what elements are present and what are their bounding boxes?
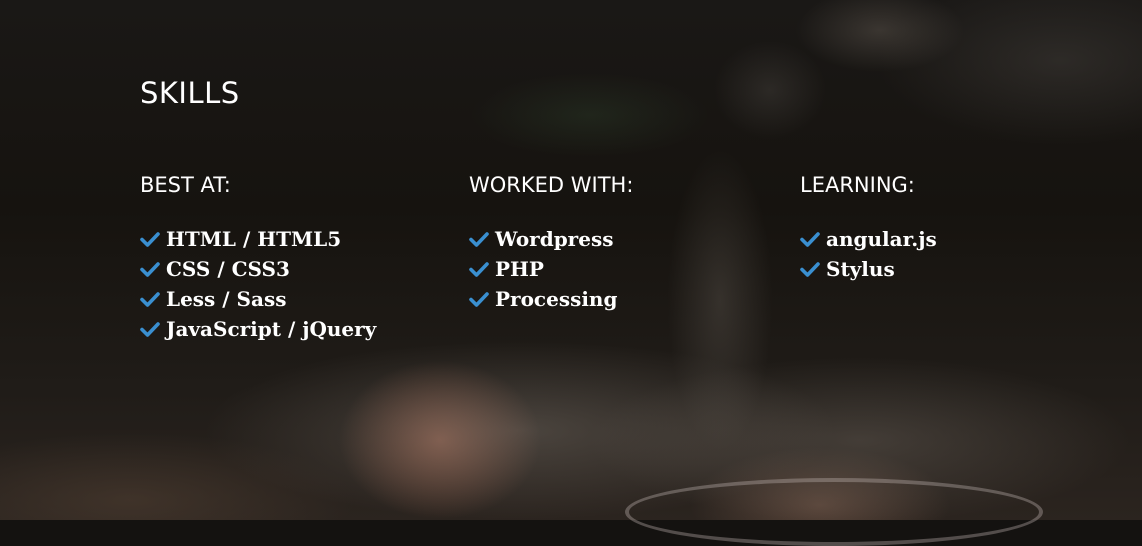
- skill-label: Less / Sass: [166, 287, 287, 311]
- skill-item: HTML / HTML5: [140, 224, 376, 254]
- skill-item: Processing: [469, 284, 633, 314]
- check-icon: [469, 232, 489, 247]
- skill-item: JavaScript / jQuery: [140, 314, 376, 344]
- skill-label: Stylus: [826, 257, 895, 281]
- skill-label: Processing: [495, 287, 618, 311]
- check-icon: [140, 262, 160, 277]
- check-icon: [469, 292, 489, 307]
- skill-list: Wordpress PHP Processing: [469, 224, 633, 314]
- check-icon: [140, 232, 160, 247]
- check-icon: [140, 322, 160, 337]
- column-best-at: BEST AT: HTML / HTML5 CSS / CSS3 Less / …: [140, 172, 376, 344]
- skill-item: Stylus: [800, 254, 937, 284]
- check-icon: [140, 292, 160, 307]
- skill-label: CSS / CSS3: [166, 257, 290, 281]
- skill-label: Wordpress: [495, 227, 614, 251]
- check-icon: [800, 232, 820, 247]
- column-worked-with: WORKED WITH: Wordpress PHP Processing: [469, 172, 633, 314]
- skill-item: Less / Sass: [140, 284, 376, 314]
- column-heading: BEST AT:: [140, 173, 231, 197]
- skill-item: PHP: [469, 254, 633, 284]
- skill-item: CSS / CSS3: [140, 254, 376, 284]
- skills-section: SKILLS BEST AT: HTML / HTML5 CSS / CSS3 …: [140, 0, 1040, 520]
- column-learning: LEARNING: angular.js Stylus: [800, 172, 937, 284]
- skill-list: HTML / HTML5 CSS / CSS3 Less / Sass Java…: [140, 224, 376, 344]
- skill-label: PHP: [495, 257, 544, 281]
- column-heading: WORKED WITH:: [469, 173, 634, 197]
- check-icon: [800, 262, 820, 277]
- column-heading: LEARNING:: [800, 173, 915, 197]
- skill-list: angular.js Stylus: [800, 224, 937, 284]
- skill-item: angular.js: [800, 224, 937, 254]
- skill-item: Wordpress: [469, 224, 633, 254]
- skill-label: JavaScript / jQuery: [166, 317, 377, 341]
- section-title: SKILLS: [140, 76, 240, 110]
- check-icon: [469, 262, 489, 277]
- skill-label: angular.js: [826, 227, 937, 251]
- skill-label: HTML / HTML5: [166, 227, 342, 251]
